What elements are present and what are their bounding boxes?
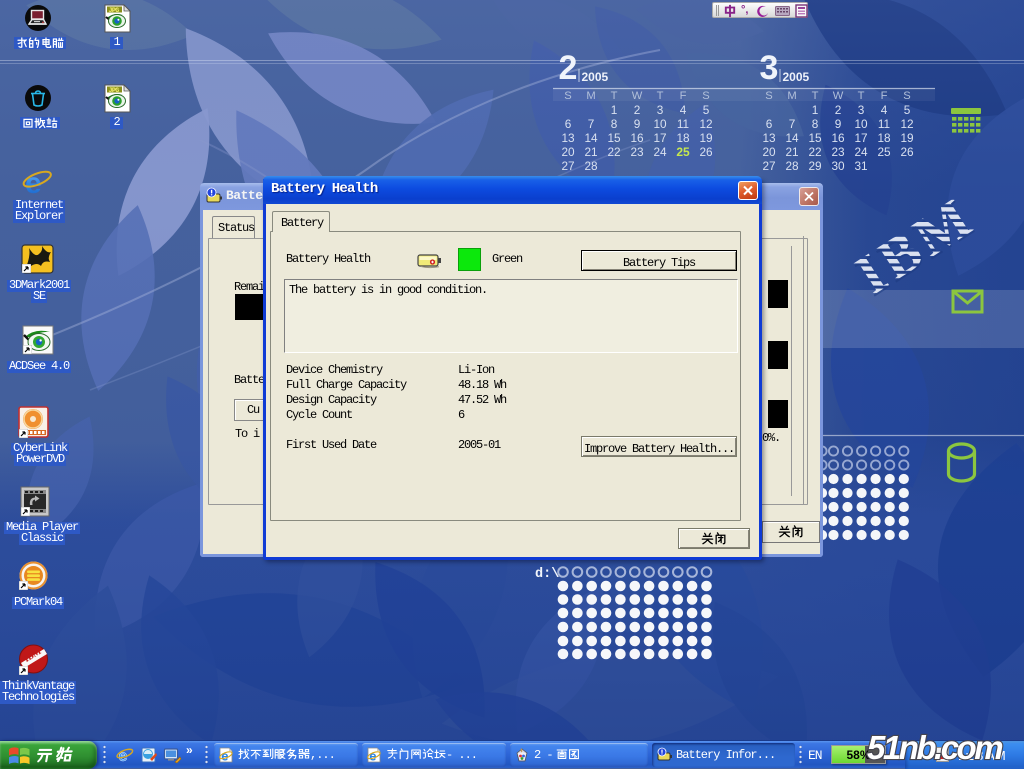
svg-text:5: 5 (703, 103, 710, 117)
svg-text:S: S (702, 90, 709, 102)
svg-text:19: 19 (699, 131, 712, 145)
svg-text:9: 9 (634, 117, 641, 131)
svg-text:7: 7 (588, 117, 595, 131)
svg-text:13: 13 (561, 131, 575, 145)
svg-text:14: 14 (584, 131, 598, 145)
svg-text:13: 13 (762, 131, 776, 145)
svg-text:18: 18 (877, 131, 891, 145)
svg-text:25: 25 (877, 145, 891, 159)
svg-text:3: 3 (657, 103, 664, 117)
svg-text:4: 4 (680, 103, 687, 117)
svg-text:15: 15 (808, 131, 822, 145)
svg-text:8: 8 (812, 117, 819, 131)
svg-text:e: e (25, 167, 42, 197)
svg-text:21: 21 (785, 145, 798, 159)
svg-text:29: 29 (808, 159, 821, 173)
svg-text:2005: 2005 (582, 70, 609, 84)
svg-text:18: 18 (676, 131, 690, 145)
svg-text:22: 22 (808, 145, 821, 159)
svg-text:12: 12 (900, 117, 913, 131)
svg-text:JPG: JPG (109, 7, 120, 14)
svg-text:d:\: d:\ (535, 567, 559, 582)
svg-text:21: 21 (584, 145, 597, 159)
svg-text:6: 6 (766, 117, 773, 131)
svg-text:T: T (812, 90, 819, 102)
svg-text:17: 17 (653, 131, 666, 145)
svg-text:17: 17 (854, 131, 867, 145)
svg-text:26: 26 (699, 145, 713, 159)
svg-text:3: 3 (760, 49, 779, 87)
svg-text:11: 11 (677, 117, 689, 131)
svg-text:S: S (564, 90, 571, 102)
svg-text:T: T (611, 90, 618, 102)
svg-text:5: 5 (904, 103, 911, 117)
svg-text:22: 22 (607, 145, 620, 159)
svg-text:51nb.com: 51nb.com (867, 730, 1002, 766)
svg-text:23: 23 (630, 145, 644, 159)
svg-text:M: M (586, 90, 595, 102)
svg-text:15: 15 (607, 131, 621, 145)
svg-text:3: 3 (858, 103, 865, 117)
svg-text:24: 24 (653, 145, 667, 159)
svg-text:10: 10 (653, 117, 667, 131)
svg-text:2005: 2005 (783, 70, 810, 84)
svg-text:S: S (765, 90, 772, 102)
svg-text:25: 25 (676, 145, 690, 159)
svg-text:16: 16 (831, 131, 845, 145)
svg-text:2: 2 (835, 103, 842, 117)
svg-text:30: 30 (831, 159, 845, 173)
svg-text:4: 4 (881, 103, 888, 117)
svg-text:16: 16 (630, 131, 644, 145)
svg-text:6: 6 (565, 117, 572, 131)
svg-text:27: 27 (561, 159, 574, 173)
svg-text:F: F (680, 90, 687, 102)
svg-text:8: 8 (611, 117, 618, 131)
svg-text:28: 28 (785, 159, 799, 173)
svg-text:JPG: JPG (109, 87, 120, 94)
svg-text:31: 31 (854, 159, 867, 173)
svg-text:20: 20 (561, 145, 575, 159)
svg-text:10: 10 (854, 117, 868, 131)
svg-text:27: 27 (762, 159, 775, 173)
svg-text:28: 28 (584, 159, 598, 173)
svg-text:T: T (657, 90, 664, 102)
svg-text:14: 14 (785, 131, 799, 145)
svg-text:23: 23 (831, 145, 845, 159)
svg-text:11: 11 (878, 117, 890, 131)
svg-text:7: 7 (789, 117, 796, 131)
svg-text:12: 12 (699, 117, 712, 131)
svg-text:F: F (881, 90, 888, 102)
svg-text:9: 9 (835, 117, 842, 131)
svg-text:T: T (858, 90, 865, 102)
svg-text:1: 1 (812, 103, 819, 117)
svg-text:S: S (903, 90, 910, 102)
svg-text:1: 1 (611, 103, 618, 117)
svg-text:e: e (221, 749, 228, 764)
svg-text:M: M (787, 90, 796, 102)
svg-text:W: W (632, 90, 643, 102)
svg-text:20: 20 (762, 145, 776, 159)
svg-text:2: 2 (559, 49, 578, 87)
svg-text:26: 26 (900, 145, 914, 159)
svg-text:2: 2 (634, 103, 641, 117)
svg-text:19: 19 (900, 131, 913, 145)
svg-text:e: e (369, 749, 376, 764)
svg-text:W: W (833, 90, 844, 102)
svg-text:24: 24 (854, 145, 868, 159)
